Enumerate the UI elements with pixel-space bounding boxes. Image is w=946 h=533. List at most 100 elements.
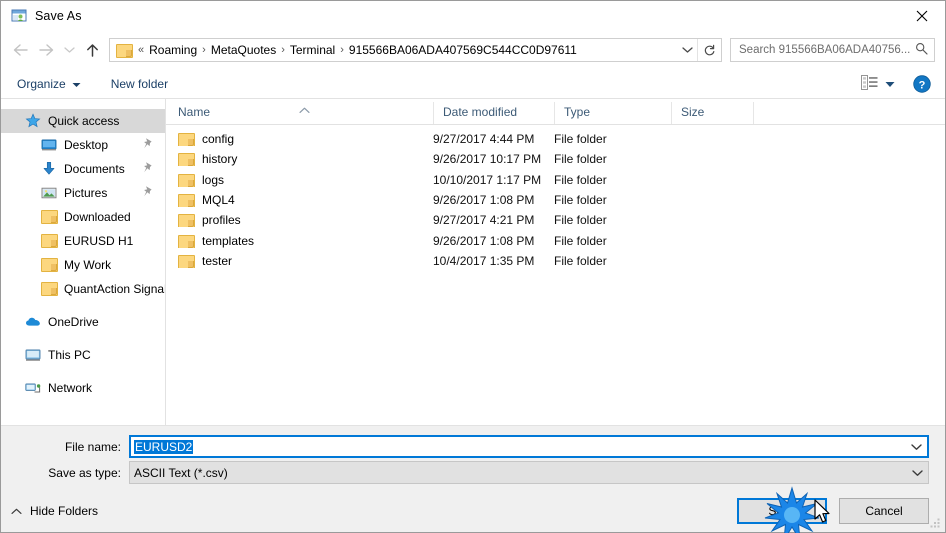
view-layout-icon — [861, 74, 878, 93]
pin-icon[interactable] — [143, 138, 153, 153]
column-header-size[interactable]: Size — [671, 102, 753, 124]
desktop-icon — [41, 137, 57, 153]
table-row[interactable]: templates 9/26/2017 1:08 PM File folder — [166, 230, 945, 250]
sidebar-item-pictures[interactable]: Pictures — [1, 181, 165, 205]
breadcrumb-overflow[interactable]: « — [136, 44, 146, 56]
table-row[interactable]: MQL4 9/26/2017 1:08 PM File folder — [166, 190, 945, 210]
navigation-sidebar: Quick access Desktop Documents Pictures … — [1, 99, 166, 425]
folder-icon — [41, 209, 58, 225]
chevron-down-icon[interactable] — [905, 443, 927, 451]
table-row[interactable]: history 9/26/2017 10:17 PM File folder — [166, 149, 945, 169]
sidebar-item-label: QuantAction Signal — [64, 282, 165, 296]
breadcrumb-item-metaquotes[interactable]: MetaQuotes — [208, 43, 279, 57]
file-type-value: ASCII Text (*.csv) — [134, 465, 228, 480]
save-button[interactable]: Save — [737, 497, 827, 524]
command-toolbar: Organize New folder ? — [1, 69, 945, 99]
sidebar-item-desktop[interactable]: Desktop — [1, 133, 165, 157]
folder-icon — [178, 132, 195, 147]
breadcrumb-item-roaming[interactable]: Roaming — [146, 43, 200, 57]
file-type-cell: File folder — [554, 213, 607, 228]
close-button[interactable] — [899, 1, 945, 31]
sidebar-item-quantaction-signal[interactable]: QuantAction Signal — [1, 277, 165, 301]
address-dropdown-chevron-down-icon[interactable] — [677, 46, 697, 54]
file-type-cell: File folder — [554, 172, 607, 187]
forward-arrow-icon[interactable] — [33, 37, 59, 63]
file-date-cell: 9/26/2017 10:17 PM — [433, 152, 542, 167]
table-row[interactable]: config 9/27/2017 4:44 PM File folder — [166, 129, 945, 149]
column-header-date-modified[interactable]: Date modified — [433, 102, 554, 124]
chevron-down-icon[interactable] — [906, 469, 928, 477]
recent-locations-chevron-down-icon[interactable] — [59, 37, 79, 63]
file-name-value: EURUSD2 — [134, 439, 905, 454]
onedrive-cloud-icon — [25, 314, 41, 330]
sidebar-item-onedrive[interactable]: OneDrive — [1, 310, 165, 334]
sidebar-item-my-work[interactable]: My Work — [1, 253, 165, 277]
sidebar-item-this-pc[interactable]: This PC — [1, 343, 165, 367]
up-arrow-icon[interactable] — [79, 37, 105, 63]
sidebar-item-label: Network — [48, 381, 93, 395]
folder-icon — [178, 193, 195, 208]
breadcrumb-item-terminal[interactable]: Terminal — [287, 43, 338, 57]
file-name-selected-text: EURUSD2 — [134, 439, 194, 454]
pin-icon[interactable] — [143, 186, 153, 201]
table-row[interactable]: tester 10/4/2017 1:35 PM File folder — [166, 251, 945, 271]
file-name-cell: history — [166, 152, 433, 167]
search-input[interactable]: Search 915566BA06ADA40756... — [730, 38, 935, 62]
organize-button[interactable]: Organize — [15, 75, 83, 93]
refresh-icon[interactable] — [697, 39, 721, 61]
sidebar-item-eurusd-h1[interactable]: EURUSD H1 — [1, 229, 165, 253]
file-date-cell: 9/26/2017 1:08 PM — [433, 193, 535, 208]
file-name-input[interactable]: EURUSD2 — [129, 435, 929, 458]
save-as-icon — [11, 8, 27, 24]
file-name: config — [202, 132, 235, 147]
file-name: templates — [202, 233, 255, 248]
breadcrumb: « Roaming › MetaQuotes › Terminal › 9155… — [136, 43, 677, 57]
table-row[interactable]: logs 10/10/2017 1:17 PM File folder — [166, 170, 945, 190]
column-label: Type — [564, 105, 591, 119]
column-header-name[interactable]: Name — [166, 102, 433, 124]
file-name-label: File name: — [64, 439, 121, 454]
sidebar-item-downloaded[interactable]: Downloaded — [1, 205, 165, 229]
column-header-type[interactable]: Type — [554, 102, 671, 124]
breadcrumb-item-instance[interactable]: 915566BA06ADA407569C544CC0D97611 — [346, 43, 580, 57]
column-header-filler — [753, 102, 945, 124]
column-label: Date modified — [443, 105, 518, 119]
address-bar[interactable]: « Roaming › MetaQuotes › Terminal › 9155… — [109, 38, 722, 62]
search-icon — [915, 42, 928, 58]
save-as-dialog: Save As « Roaming › MetaQuotes › Termina… — [0, 0, 946, 533]
hide-folders-button[interactable]: Hide Folders — [11, 504, 98, 518]
sidebar-item-label: Downloaded — [64, 210, 131, 224]
svg-text:?: ? — [919, 79, 926, 91]
column-label: Name — [178, 105, 211, 119]
sidebar-item-documents[interactable]: Documents — [1, 157, 165, 181]
table-row[interactable]: profiles 9/27/2017 4:21 PM File folder — [166, 210, 945, 230]
file-type-cell: File folder — [554, 193, 607, 208]
address-bar-row: « Roaming › MetaQuotes › Terminal › 9155… — [1, 31, 945, 69]
resize-grip-icon[interactable] — [929, 517, 941, 529]
file-type-label: Save as type: — [48, 465, 121, 480]
file-rows: config 9/27/2017 4:44 PM File folder his… — [166, 125, 945, 425]
window-title: Save As — [35, 9, 82, 23]
help-button[interactable]: ? — [913, 74, 931, 93]
back-arrow-icon[interactable] — [7, 37, 33, 63]
cancel-button[interactable]: Cancel — [839, 497, 929, 524]
file-name-cell: profiles — [166, 213, 433, 228]
sidebar-item-quick-access[interactable]: Quick access — [1, 109, 165, 133]
file-type-cell: File folder — [554, 152, 607, 167]
breadcrumb-separator[interactable]: › — [338, 44, 346, 56]
sidebar-item-network[interactable]: Network — [1, 376, 165, 400]
file-name: logs — [202, 172, 225, 187]
view-mode-button[interactable] — [861, 74, 895, 93]
folder-icon — [178, 213, 195, 228]
breadcrumb-separator[interactable]: › — [279, 44, 287, 56]
pin-icon[interactable] — [143, 162, 153, 177]
search-placeholder: Search 915566BA06ADA40756... — [739, 44, 911, 56]
organize-label: Organize — [17, 76, 66, 91]
view-chevron-down-icon — [885, 77, 895, 91]
new-folder-button[interactable]: New folder — [109, 75, 170, 93]
file-name-cell: logs — [166, 173, 433, 187]
folder-icon — [178, 173, 195, 187]
file-type-select[interactable]: ASCII Text (*.csv) — [129, 461, 929, 484]
breadcrumb-separator[interactable]: › — [200, 44, 208, 56]
